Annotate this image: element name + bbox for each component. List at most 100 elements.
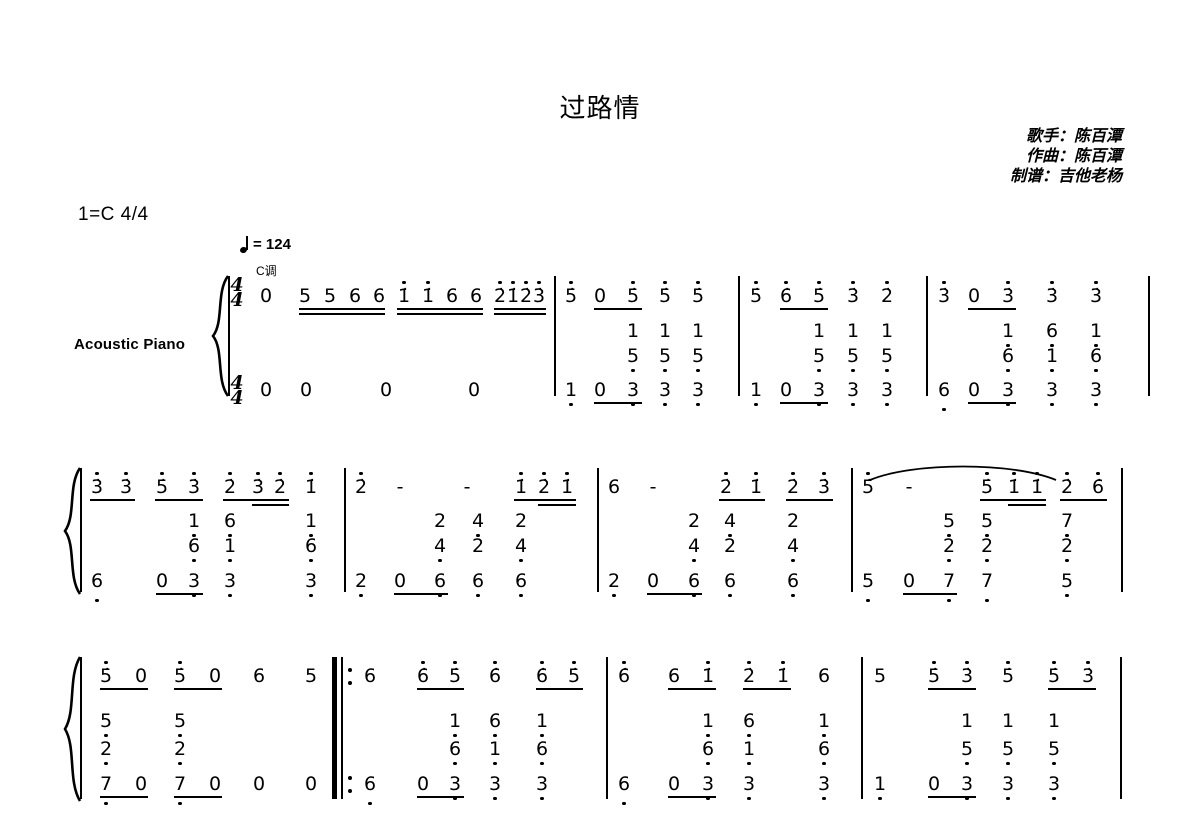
beam	[155, 499, 203, 501]
note: 6	[372, 285, 386, 307]
octave-dot-high	[1094, 281, 1098, 285]
note: 2̇	[718, 472, 734, 497]
note: 5	[657, 347, 673, 372]
octave-dot-high	[124, 472, 128, 476]
note: 3	[657, 381, 673, 406]
barline	[926, 276, 928, 396]
octave-dot-low	[493, 733, 497, 737]
note: 4	[513, 537, 529, 562]
note: 5̇	[657, 281, 673, 306]
beam	[494, 313, 546, 315]
octave-dot-low	[663, 368, 667, 372]
beam	[100, 688, 148, 690]
octave-dot-high	[569, 281, 573, 285]
note: 1	[1047, 710, 1061, 732]
beam	[252, 504, 289, 506]
tempo-marking: = 124	[240, 236, 291, 253]
note: 2	[941, 537, 957, 562]
note: 6	[534, 740, 550, 765]
note: 2	[353, 572, 369, 597]
note: 5	[845, 347, 861, 372]
note: 3̇	[845, 281, 861, 306]
note: 2	[786, 510, 800, 532]
instrument-label: Acoustic Piano	[74, 336, 186, 353]
note: 1	[534, 712, 550, 737]
octave-dot-low	[612, 593, 616, 597]
note: 0	[646, 570, 660, 592]
note: 5	[625, 347, 641, 372]
repeat-start-thick-barline	[332, 657, 337, 799]
note: 5	[979, 512, 995, 537]
note: 7	[172, 775, 188, 805]
note: 2̇	[536, 472, 552, 497]
octave-dot-low-2	[178, 801, 182, 805]
octave-dot-low	[453, 761, 457, 765]
credits-block: 歌手：陈百潭 作曲：陈百潭 制谱：吉他老杨	[1010, 126, 1122, 186]
note: 5̇	[1046, 661, 1062, 686]
octave-dot-low	[1050, 368, 1054, 372]
note: 5	[1046, 740, 1062, 765]
beam	[980, 499, 1046, 501]
beam	[536, 688, 583, 690]
note: 3	[879, 381, 895, 406]
note: 3	[959, 775, 975, 800]
barline	[1121, 468, 1123, 592]
beam	[397, 313, 483, 315]
note: 0	[259, 379, 273, 401]
octave-dot-high	[965, 661, 969, 665]
octave-dot-high	[696, 281, 700, 285]
note: 6	[816, 740, 832, 765]
beam	[299, 313, 385, 315]
octave-dot-high	[784, 281, 788, 285]
octave-dot-low	[178, 733, 182, 737]
beam	[1060, 499, 1107, 501]
note: 1	[1000, 322, 1016, 347]
beam	[968, 402, 1016, 404]
tempo-value: = 124	[253, 236, 291, 253]
octave-dot-low	[754, 402, 758, 406]
octave-dot-low	[178, 761, 182, 765]
octave-dot-low	[228, 593, 232, 597]
note: 1	[186, 512, 202, 537]
note: 0	[155, 570, 169, 592]
octave-dot-low	[1052, 796, 1056, 800]
note: 0	[134, 665, 148, 687]
system-start-barline-2	[80, 468, 82, 592]
note: 6	[607, 476, 621, 498]
note: 6	[445, 285, 459, 307]
octave-dot-low	[747, 796, 751, 800]
note: 3	[845, 381, 861, 406]
time-signature-upper-1: 4 4	[228, 276, 246, 310]
note: 3̇	[1000, 281, 1016, 306]
octave-dot-high	[192, 472, 196, 476]
note: 3	[811, 381, 827, 406]
note: 5̇	[1000, 661, 1016, 686]
note: 0	[967, 379, 981, 401]
octave-dot-low	[104, 733, 108, 737]
note: 3	[1000, 381, 1016, 406]
note: 3	[1046, 775, 1062, 800]
octave-dot-high	[1065, 472, 1069, 476]
note: 5	[98, 712, 114, 737]
note: 1	[626, 320, 640, 342]
repeat-dot	[348, 668, 352, 672]
octave-dot-low	[822, 761, 826, 765]
octave-dot-high	[724, 472, 728, 476]
beam	[90, 499, 135, 501]
beam	[594, 402, 642, 404]
octave-dot-high	[781, 661, 785, 665]
octave-dot-high	[278, 472, 282, 476]
octave-dot-low	[663, 402, 667, 406]
octave-dot-high	[932, 661, 936, 665]
note: 1̇	[513, 472, 529, 497]
note: 2̇	[1059, 472, 1075, 497]
quarter-note-icon	[240, 236, 249, 253]
octave-dot-low	[878, 796, 882, 800]
note: 6	[1044, 322, 1060, 347]
note: 2̇	[353, 472, 369, 497]
system-brace-2	[62, 466, 82, 596]
note: 3	[487, 775, 503, 800]
octave-dot-high	[565, 472, 569, 476]
note: 3̇	[1044, 281, 1060, 306]
note: 3̇	[1088, 281, 1104, 306]
